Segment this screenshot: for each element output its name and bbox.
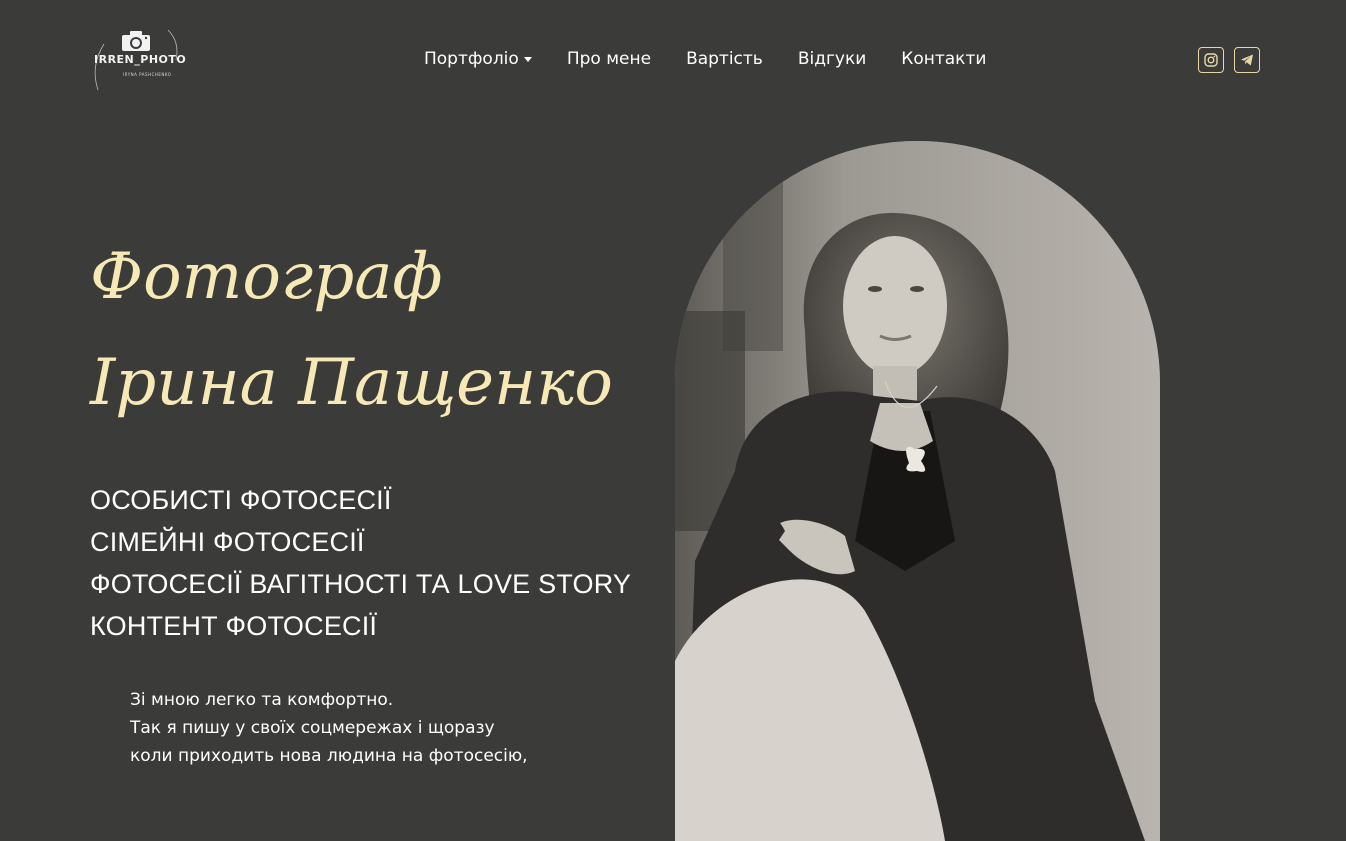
chevron-down-icon (523, 56, 532, 62)
nav-contacts[interactable]: Контакти (901, 49, 986, 69)
hero-title-line2: Ірина Пащенко (90, 346, 613, 420)
intro-line: Зі мною легко та комфортно. (130, 690, 394, 710)
portrait-illustration (675, 141, 1160, 841)
instagram-button[interactable] (1198, 47, 1224, 73)
main-nav: Портфоліо Про мене Вартість Відгуки Конт… (424, 49, 1021, 69)
nav-portfolio-label: Портфоліо (424, 49, 519, 69)
hero-title-line1: Фотограф (90, 240, 443, 314)
service-item: ФОТОСЕСІЇ ВАГІТНОСТІ ТА LOVE STORY (90, 569, 632, 599)
intro-line: коли приходить нова людина на фотосесію, (130, 746, 528, 766)
photographer-portrait (675, 141, 1160, 841)
intro-line: Так я пишу у своїх соцмережах і щоразу (130, 718, 495, 738)
logo-subtext: IRYNA PASHCHENKO (123, 72, 172, 77)
services-list: ОСОБИСТІ ФОТОСЕСІЇ СІМЕЙНІ ФОТОСЕСІЇ ФОТ… (90, 479, 631, 647)
instagram-icon (1204, 53, 1218, 67)
telegram-icon (1241, 54, 1253, 66)
service-item: СІМЕЙНІ ФОТОСЕСІЇ (90, 527, 365, 557)
service-item: ОСОБИСТІ ФОТОСЕСІЇ (90, 485, 392, 515)
intro-text: Зі мною легко та комфортно. Так я пишу у… (130, 686, 528, 770)
site-logo[interactable]: IRREN_PHOTO IRYNA PASHCHENKO (88, 26, 188, 92)
logo-text: IRREN_PHOTO (94, 53, 187, 66)
nav-pricing[interactable]: Вартість (686, 49, 763, 69)
camera-icon (122, 31, 150, 51)
nav-about[interactable]: Про мене (567, 49, 651, 69)
nav-portfolio[interactable]: Портфоліо (424, 49, 532, 69)
service-item: КОНТЕНТ ФОТОСЕСІЇ (90, 611, 378, 641)
hero-title: Фотограф Ірина Пащенко (90, 224, 613, 436)
nav-reviews[interactable]: Відгуки (798, 49, 866, 69)
telegram-button[interactable] (1234, 47, 1260, 73)
